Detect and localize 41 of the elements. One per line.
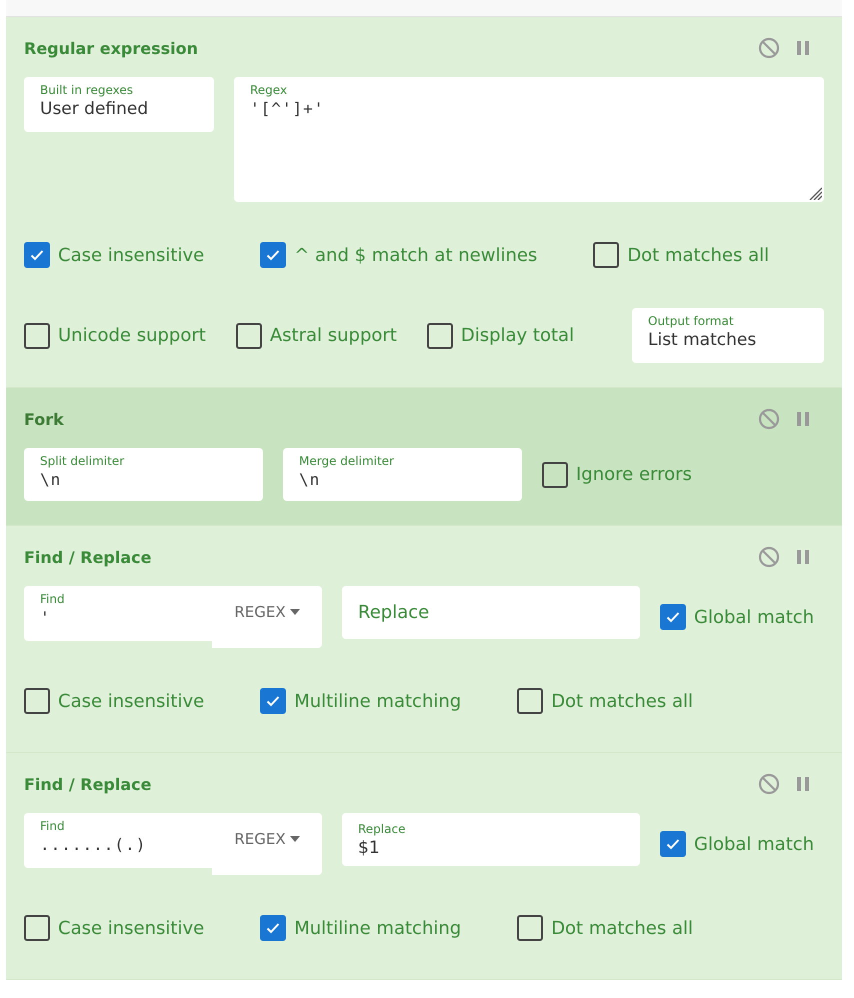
input-field[interactable]: Split delimiter \n xyxy=(24,448,263,501)
checkbox-option[interactable]: Astral support xyxy=(236,322,397,348)
checkbox-option[interactable]: Case insensitive xyxy=(24,242,204,268)
caret-icon xyxy=(290,609,300,615)
find-field[interactable]: Find ' xyxy=(24,586,212,641)
pause-icon[interactable] xyxy=(796,411,810,427)
checkbox-option[interactable]: Global match xyxy=(660,604,814,630)
checkbox-option[interactable]: Case insensitive xyxy=(24,688,204,714)
checkbox-option[interactable]: ^ and $ match at newlines xyxy=(260,242,538,268)
resize-grip-icon[interactable] xyxy=(808,186,822,200)
pause-icon[interactable] xyxy=(796,549,810,565)
regex-field[interactable]: Regex '[^']+' xyxy=(234,77,824,202)
operation-title: Find / Replace xyxy=(24,774,152,794)
operation-title: Regular expression xyxy=(24,38,198,58)
checkbox-option[interactable]: Unicode support xyxy=(24,322,206,348)
disable-icon[interactable] xyxy=(758,408,780,430)
checkbox-option[interactable]: Dot matches all xyxy=(593,242,770,268)
checkbox-option[interactable]: Ignore errors xyxy=(542,462,692,488)
operation-title: Find / Replace xyxy=(24,548,152,566)
replace-field[interactable]: Replace $1 xyxy=(342,813,640,866)
operation-title: Fork xyxy=(24,410,64,428)
checkbox-option[interactable]: Dot matches all xyxy=(517,688,693,714)
checkbox-option[interactable]: Display total xyxy=(426,322,574,348)
disable-icon[interactable] xyxy=(758,773,780,795)
mode-dropdown[interactable]: REGEX xyxy=(212,813,322,875)
checkbox-option[interactable]: Multiline matching xyxy=(260,688,462,714)
pause-icon[interactable] xyxy=(796,776,810,792)
checkbox-option[interactable]: Dot matches all xyxy=(517,915,693,941)
checkbox-option[interactable]: Case insensitive xyxy=(24,915,204,941)
replace-field[interactable]: Replace xyxy=(342,586,640,639)
disable-icon[interactable] xyxy=(758,546,780,568)
disable-icon[interactable] xyxy=(758,37,780,59)
select-field[interactable]: Built in regexes User defined xyxy=(24,77,214,132)
find-field[interactable]: Find .......(.) xyxy=(24,813,212,868)
select-field[interactable]: Output format List matches xyxy=(632,308,824,363)
input-field[interactable]: Merge delimiter \n xyxy=(283,448,522,501)
mode-dropdown[interactable]: REGEX xyxy=(212,586,322,648)
checkbox-option[interactable]: Global match xyxy=(660,831,814,857)
caret-icon xyxy=(290,836,300,842)
checkbox-option[interactable]: Multiline matching xyxy=(260,915,462,941)
pause-icon[interactable] xyxy=(796,40,810,56)
